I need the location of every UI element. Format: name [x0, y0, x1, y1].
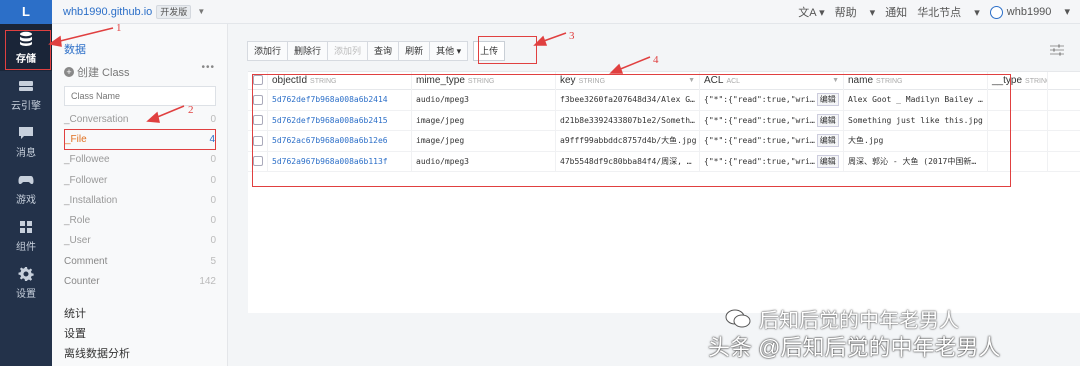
nav-item-game[interactable]: 游戏	[0, 165, 52, 212]
nav-item-label: 组件	[16, 241, 36, 253]
sidebar-links: 统计 设置 离线数据分析	[64, 304, 227, 364]
class-name: Comment	[64, 255, 108, 267]
app-logo[interactable]: L	[0, 0, 52, 24]
settings-link[interactable]: 设置	[64, 324, 227, 344]
add-column-button[interactable]: 添加列	[327, 41, 369, 61]
class-count: 0	[210, 154, 216, 166]
annotation-number: 3	[569, 30, 575, 42]
nav-item-message[interactable]: 消息	[0, 118, 52, 165]
class-item[interactable]: _Follower 0	[64, 170, 216, 190]
filter-settings-icon[interactable]	[1050, 44, 1064, 56]
gear-icon	[18, 266, 34, 281]
app: L 存储 云引擎 消息 游戏 组件 设置 whb1990.github.io 开…	[0, 0, 1080, 366]
components-icon	[20, 220, 32, 233]
class-name: _File	[65, 133, 87, 145]
nav-item-label: 消息	[16, 147, 36, 159]
class-item[interactable]: _User 0	[64, 231, 216, 251]
avatar	[989, 5, 1003, 19]
user-menu[interactable]: whb1990 ▾	[989, 5, 1070, 19]
watermark-text: 后知后觉的中年老男人	[759, 310, 959, 332]
create-class-label: 创建 Class	[77, 67, 130, 79]
annotation-number: 4	[653, 54, 659, 66]
class-item[interactable]: _Installation 0	[64, 190, 216, 210]
class-item[interactable]: _Role 0	[64, 210, 216, 230]
class-count: 0	[210, 194, 216, 206]
delete-row-button[interactable]: 删除行	[287, 41, 329, 61]
nav-item-label: 设置	[16, 288, 36, 300]
nav-item-label: 云引擎	[11, 100, 41, 112]
class-count: 0	[210, 235, 216, 247]
region-menu[interactable]: 华北节点 ▾	[917, 4, 980, 20]
nav-item-label: 游戏	[16, 194, 36, 206]
class-search-input[interactable]	[64, 86, 216, 106]
more-dropdown[interactable]: 其他 ▾	[429, 41, 469, 61]
annotation-box-grid	[252, 74, 1011, 187]
add-row-button[interactable]: 添加行	[247, 41, 289, 61]
region-label: 华北节点	[917, 7, 962, 19]
server-icon	[19, 80, 33, 91]
watermark-line1: 后知后觉的中年老男人	[725, 304, 959, 333]
class-count: 4	[209, 133, 215, 145]
more-label: 其他	[436, 46, 455, 56]
translate-icon[interactable]: 文A ▾	[798, 4, 824, 20]
nav-item-components[interactable]: 组件	[0, 212, 52, 259]
plus-icon: +	[64, 67, 74, 77]
chevron-down-icon[interactable]: ▼	[197, 7, 205, 16]
class-count: 0	[210, 113, 216, 125]
offline-analysis-link[interactable]: 离线数据分析	[64, 344, 227, 364]
class-count: 0	[210, 174, 216, 186]
class-sidebar: 数据 + 创建 Class ••• _Conversation 0 _File 4 …	[52, 24, 228, 366]
annotation-number: 1	[116, 22, 122, 34]
top-bar: whb1990.github.io 开发版 ▼ 文A ▾ 帮助 ▾ 通知 华北节…	[52, 0, 1080, 24]
watermark-line2: 头条 @后知后觉的中年老男人	[708, 335, 1001, 360]
toolbar: 添加行 删除行 添加列 查询 刷新 其他 ▾ 上传	[247, 41, 506, 61]
class-item[interactable]: _Followee 0	[64, 150, 216, 170]
more-icon[interactable]: •••	[201, 62, 215, 73]
class-name: _Followee	[64, 154, 110, 166]
section-title: 数据	[64, 44, 86, 56]
class-item[interactable]: Comment 5	[64, 251, 216, 271]
class-list: _Conversation 0 _File 4 _Followee 0 _Follow…	[64, 109, 227, 292]
notice-link[interactable]: 通知	[885, 4, 907, 20]
help-label: 帮助	[834, 7, 857, 19]
gamepad-icon	[18, 175, 34, 184]
nav-item-cloud-engine[interactable]: 云引擎	[0, 71, 52, 118]
annotation-box-upload	[478, 36, 537, 64]
class-count: 0	[210, 215, 216, 227]
class-name: _Installation	[64, 194, 118, 206]
message-icon	[19, 126, 33, 139]
help-menu[interactable]: 帮助 ▾	[835, 4, 876, 20]
nav-item-settings[interactable]: 设置	[0, 259, 52, 306]
class-name: _Follower	[64, 174, 108, 186]
class-count: 142	[199, 276, 216, 288]
stats-link[interactable]: 统计	[64, 304, 227, 324]
column-type: STRING	[1025, 77, 1047, 85]
top-bar-right: 文A ▾ 帮助 ▾ 通知 华北节点 ▾ whb1990 ▾	[798, 0, 1080, 24]
query-button[interactable]: 查询	[367, 41, 400, 61]
app-domain[interactable]: whb1990.github.io	[63, 6, 152, 18]
annotation-box-storage	[5, 30, 51, 70]
class-name: Counter	[64, 276, 100, 288]
class-count: 5	[210, 255, 216, 267]
class-item[interactable]: Counter 142	[64, 271, 216, 291]
annotation-number: 2	[188, 104, 194, 116]
class-name: _User	[64, 235, 91, 247]
class-item-selected[interactable]: _File 4	[64, 129, 216, 150]
dev-badge: 开发版	[156, 4, 192, 19]
wechat-icon	[725, 309, 751, 327]
user-name: whb1990	[1006, 6, 1052, 19]
class-name: _Conversation	[64, 113, 129, 125]
class-name: _Role	[64, 215, 91, 227]
refresh-button[interactable]: 刷新	[398, 41, 431, 61]
